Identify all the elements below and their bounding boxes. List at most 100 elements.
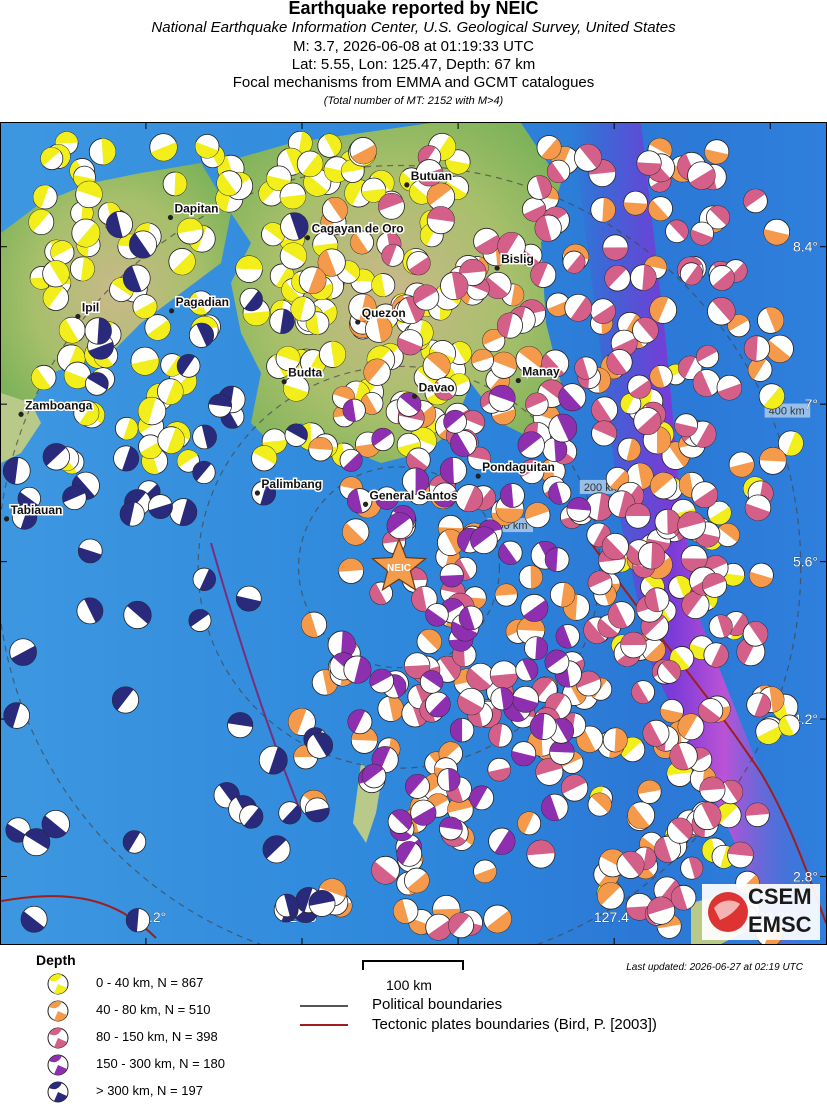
focal-mechanism (235, 255, 263, 283)
focal-mechanism (616, 851, 645, 879)
focal-mechanism (290, 296, 316, 322)
political-line-swatch (300, 1005, 348, 1007)
focal-mechanism (3, 702, 30, 729)
city-label: Dapitan (174, 201, 218, 215)
focal-mechanism (527, 175, 552, 200)
report-title: Earthquake reported by NEIC (288, 0, 539, 18)
focal-mechanism (500, 483, 525, 508)
beachball-icon (47, 1000, 69, 1022)
mt-total: (Total number of MT: 2152 with M>4) (323, 95, 504, 107)
city-dot (168, 308, 175, 314)
focal-mechanism (763, 218, 791, 246)
focal-mechanism (84, 317, 112, 345)
focal-mechanism (386, 512, 414, 540)
focal-mechanism (119, 501, 145, 527)
focal-mechanism (42, 284, 69, 311)
legend-item: 80 - 150 km, N = 398 (46, 1026, 218, 1049)
focal-mechanism (280, 212, 309, 241)
focal-mechanism (106, 211, 133, 238)
focal-mechanism (757, 306, 785, 334)
focal-mechanism (691, 481, 718, 508)
focal-mechanism (449, 717, 475, 743)
focal-mechanism (648, 196, 673, 222)
focal-mechanism (526, 839, 556, 869)
focal-mechanism (40, 147, 64, 171)
lat-label: 5.6° (793, 554, 818, 570)
focal-mechanism (743, 188, 768, 214)
focal-mechanism (194, 134, 220, 159)
focal-mechanism (473, 227, 500, 255)
focal-mechanism (122, 830, 147, 854)
focal-mechanism (279, 242, 307, 270)
last-updated: Last updated: 2026-06-27 at 02:19 UTC (626, 962, 803, 973)
focal-mechanism (692, 369, 721, 397)
city-label: Palimbang (261, 477, 322, 491)
focal-mechanism (680, 856, 704, 880)
focal-mechanism (258, 745, 288, 775)
focal-mechanism (111, 686, 140, 714)
focal-mechanism (425, 603, 449, 627)
city-label: Bislig (501, 252, 534, 266)
focal-mechanism (566, 497, 592, 522)
focal-mechanism (487, 757, 512, 782)
focal-mechanism (378, 192, 405, 220)
focal-mechanism (590, 197, 616, 223)
focal-mechanism (422, 352, 451, 381)
focal-mechanism (638, 542, 666, 570)
focal-mechanism (88, 138, 117, 166)
focal-mechanism (696, 345, 720, 369)
focal-mechanism (654, 508, 681, 535)
focal-mechanism (473, 859, 497, 884)
focal-mechanism (636, 150, 662, 176)
legend-item: 0 - 40 km, N = 867 (46, 972, 203, 995)
focal-mechanism (574, 356, 598, 380)
focal-mechanism (529, 713, 557, 740)
lat-label: 2.8° (793, 869, 818, 885)
focal-mechanism (279, 182, 307, 210)
csem-emsc-logo: CSEM EMSC (702, 884, 820, 940)
tectonic-line-swatch (300, 1024, 348, 1026)
focal-mechanism (306, 732, 334, 759)
seismicity-map[interactable]: 100 km200 km400 km 8.4°7°5.6°4.2°2.8°123… (0, 122, 827, 945)
legend-label: 40 - 80 km, N = 510 (96, 1002, 211, 1017)
focal-mechanism (742, 621, 769, 647)
focal-mechanism (677, 511, 706, 540)
city-dot (404, 182, 410, 188)
focal-mechanism (657, 659, 681, 684)
focal-mechanism (496, 312, 523, 339)
focal-mechanism (747, 357, 773, 382)
focal-mechanism (192, 567, 216, 591)
logo-csem: CSEM (748, 884, 812, 909)
focal-mechanism (524, 502, 551, 529)
focal-mechanism (470, 526, 498, 555)
focal-mechanism (625, 503, 651, 529)
focal-mechanism (617, 437, 641, 462)
focal-mechanism (637, 779, 662, 804)
city-dot (167, 214, 174, 221)
focal-mechanism (115, 416, 139, 441)
city-dot (362, 501, 369, 507)
focal-mechanism (518, 565, 543, 590)
focal-mechanism (650, 472, 678, 500)
epicenter-label: NEIC (387, 563, 411, 574)
focal-mechanism (440, 271, 469, 301)
focal-mechanism (488, 723, 513, 748)
focal-mechanism (176, 354, 201, 378)
focal-mechanism (709, 265, 735, 291)
focal-mechanism (339, 448, 363, 472)
beachball-icon (47, 1027, 69, 1049)
focal-mechanism (216, 170, 243, 196)
focal-mechanism (602, 234, 629, 261)
focal-mechanism (168, 248, 196, 276)
focal-mechanism (512, 685, 539, 713)
focal-mechanism (377, 695, 404, 722)
focal-mechanism (308, 889, 336, 917)
focal-mechanism (144, 314, 171, 341)
focal-mechanism (466, 662, 495, 691)
focal-mechanism (642, 719, 670, 747)
city-label: Davao (419, 380, 455, 394)
focal-mechanism (597, 882, 625, 910)
city-label: Quezon (362, 306, 406, 320)
focal-mechanism (558, 383, 587, 412)
focal-mechanism (517, 431, 545, 459)
